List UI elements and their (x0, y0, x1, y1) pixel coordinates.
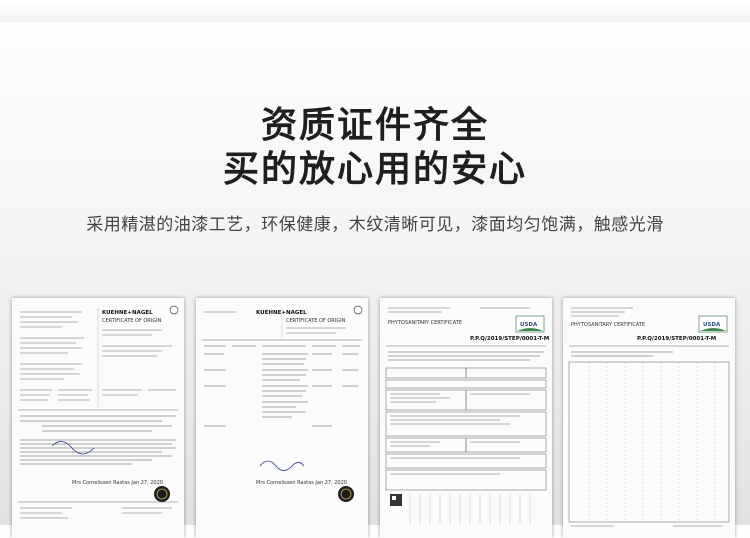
certificate-document-3: PHYTOSANITARY CERTIFICATE USDA P.P.Q/201… (380, 298, 552, 538)
doc2-signature-line: Mrs Cornelissen Rastas Jan 27, 2020 (256, 480, 347, 486)
doc2-title: CERTIFICATE OF ORIGIN (286, 318, 346, 324)
certificate-document-3-image: PHYTOSANITARY CERTIFICATE USDA P.P.Q/201… (380, 298, 552, 538)
doc1-seal-icon (154, 486, 170, 502)
certificate-document-2-image: KUEHNE+NAGEL CERTIFICATE OF ORIGIN Mrs C… (196, 298, 368, 538)
doc3-brand: USDA (520, 322, 538, 328)
certificate-document-2: KUEHNE+NAGEL CERTIFICATE OF ORIGIN Mrs C… (196, 298, 368, 538)
certificate-document-1: KUEHNE+NAGEL CERTIFICATE OF ORIGIN Mrs C… (12, 298, 184, 538)
doc1-signature-line: Mrs Cornelissen Rastas Jan 27, 2020 (72, 480, 163, 486)
doc4-number: P.P.Q/2019/STEP/0001-T-M (637, 336, 716, 342)
doc2-seal-icon (338, 486, 354, 502)
doc3-title: PHYTOSANITARY CERTIFICATE (388, 320, 462, 326)
certificate-document-4: PHYTOSANITARY CERTIFICATE USDA P.P.Q/201… (563, 298, 735, 538)
top-band (0, 0, 750, 22)
certificate-document-4-image: PHYTOSANITARY CERTIFICATE USDA P.P.Q/201… (563, 298, 735, 538)
doc4-title: PHYTOSANITARY CERTIFICATE (571, 322, 645, 328)
doc4-brand: USDA (703, 322, 721, 328)
doc1-title: CERTIFICATE OF ORIGIN (102, 318, 162, 324)
certificate-document-1-image: KUEHNE+NAGEL CERTIFICATE OF ORIGIN Mrs C… (12, 298, 184, 538)
certificate-gallery: KUEHNE+NAGEL CERTIFICATE OF ORIGIN Mrs C… (0, 298, 750, 538)
doc3-number: P.P.Q/2019/STEP/0001-T-M (470, 336, 549, 342)
doc1-brand: KUEHNE+NAGEL (102, 310, 153, 316)
doc2-brand: KUEHNE+NAGEL (256, 310, 307, 316)
headline-line-2: 买的放心用的安心 (222, 149, 527, 190)
subtitle: 采用精湛的油漆工艺，环保健康，木纹清晰可见，漆面均匀饱满，触感光滑 (86, 215, 664, 235)
